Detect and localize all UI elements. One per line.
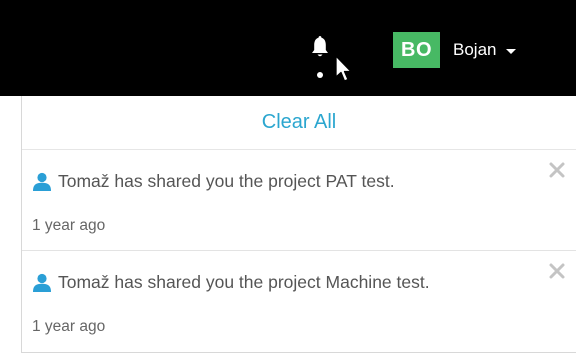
notification-item[interactable]: Tomaž has shared you the project Machine… xyxy=(22,252,576,352)
notification-message: Tomaž has shared you the project PAT tes… xyxy=(58,171,395,191)
notification-message: Tomaž has shared you the project Machine… xyxy=(58,272,430,292)
user-icon xyxy=(32,172,52,192)
avatar: BO xyxy=(393,32,440,68)
mouse-pointer-icon xyxy=(334,55,356,85)
user-name: Bojan xyxy=(453,40,497,59)
bell-icon xyxy=(309,34,331,84)
close-icon[interactable] xyxy=(548,161,566,179)
caret-down-icon xyxy=(506,48,517,54)
notifications-bell-button[interactable] xyxy=(309,34,331,84)
notification-item[interactable]: Tomaž has shared you the project PAT tes… xyxy=(22,151,576,251)
notifications-dropdown: Clear All Tomaž has shared you the proje… xyxy=(21,96,576,353)
user-icon xyxy=(32,273,52,293)
notification-time: 1 year ago xyxy=(32,217,106,234)
notification-time: 1 year ago xyxy=(32,318,106,335)
clear-all-button[interactable]: Clear All xyxy=(22,96,576,150)
user-menu-toggle[interactable]: BO Bojan xyxy=(393,31,517,69)
close-icon[interactable] xyxy=(548,262,566,280)
top-navbar: BO Bojan xyxy=(0,0,576,96)
